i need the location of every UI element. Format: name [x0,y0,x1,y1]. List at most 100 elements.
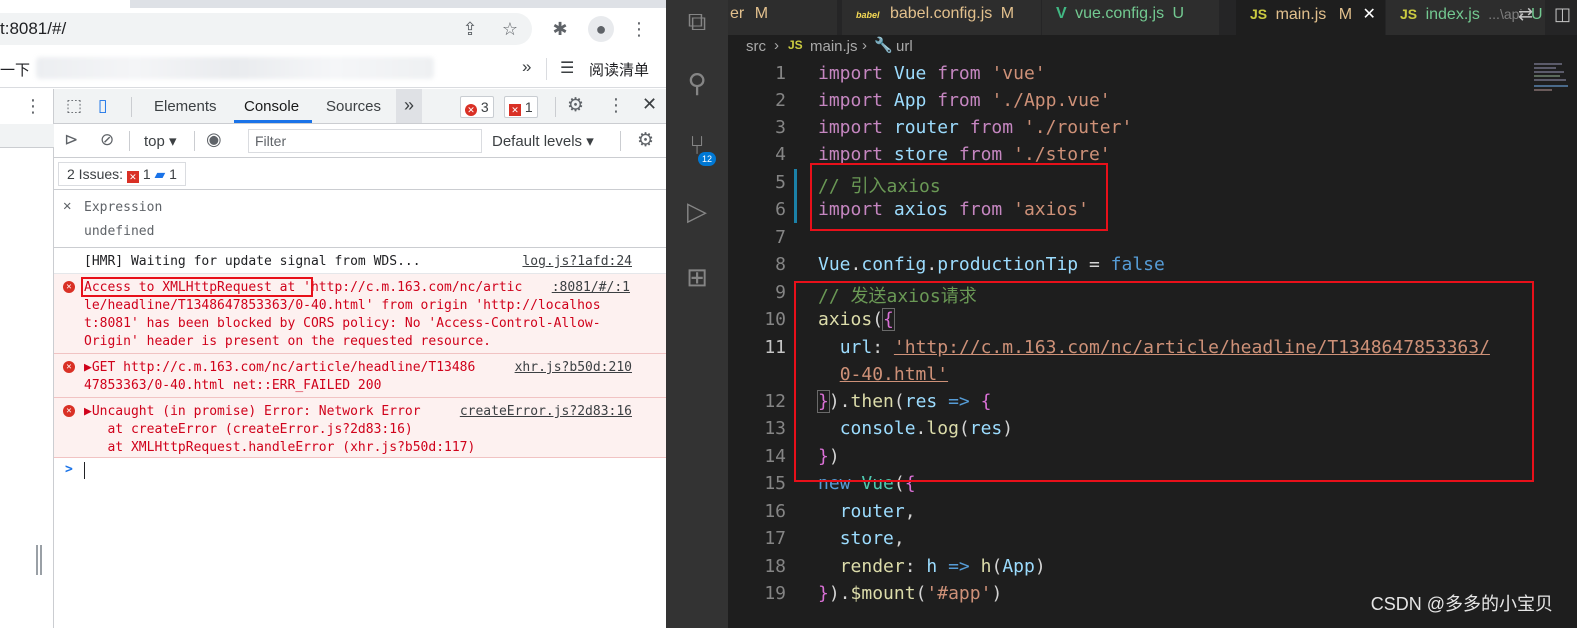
log-levels-dropdown[interactable]: Default levels ▾ [492,132,594,150]
babel-icon: babel [856,10,880,20]
line-number: 14 [764,446,786,467]
close-devtools-icon[interactable]: ✕ [642,94,657,115]
more-tabs-button[interactable]: » [396,89,422,123]
devtools-menu-icon[interactable]: ⋮ [607,95,625,116]
sidebar-toggle-icon[interactable]: ⊳ [64,130,78,150]
live-expression-eye-icon[interactable]: ◉ [206,129,222,150]
tab-main-js[interactable]: JS main.js M ✕ [1236,0,1386,35]
breadcrumb-src[interactable]: src [746,38,766,55]
star-icon[interactable]: ☆ [499,18,521,40]
device-toolbar-icon[interactable]: ▯ [98,96,107,116]
explorer-files-icon[interactable]: ⧉ [680,4,714,38]
line-number: 4 [775,144,786,165]
js-icon: JS [1250,6,1268,22]
inspect-element-icon[interactable]: ⬚ [66,96,82,116]
activity-bar: ⧉ ⚲ ⑂ 12 ▷ ⊞ [666,0,728,628]
code-line: render: h => h(App) [839,556,1046,577]
code-editor[interactable]: 1 2 3 4 5 6 7 8 9 10 11 12 13 14 15 16 1… [728,59,1577,628]
issues-row: 2 Issues: ✕ 1 ▰ 1 [54,158,666,190]
divider [620,131,621,151]
breadcrumb-symbol[interactable]: url [896,38,913,55]
line-number: 8 [775,254,786,275]
source-link[interactable]: createError.js?2d83:16 [459,404,632,419]
browser-menu-icon[interactable]: ⋮ [628,18,650,40]
tab-babel-config[interactable]: babel babel.config.js M [842,0,1042,35]
tab-sources[interactable]: Sources [326,98,381,115]
console-error: ✕ ▶GET http://c.m.163.com/nc/article/hea… [54,354,666,398]
extensions-icon[interactable]: ⊞ [680,260,714,294]
tab-elements[interactable]: Elements [154,98,217,115]
kebab-icon[interactable]: ⋮ [24,96,42,117]
bookmark-item[interactable]: 一下 [0,59,30,80]
tab-label: vue.config.js [1075,5,1165,22]
expression-label[interactable]: Expression [84,200,162,215]
profile-avatar-icon[interactable]: ● [588,16,614,42]
clear-console-icon[interactable]: ⊘ [100,130,114,150]
source-link[interactable]: xhr.js?b50d:210 [514,360,632,375]
bookmarks-overflow-button[interactable]: » [522,57,531,77]
stack-frame[interactable]: at createError (createError.js?2d83:16) [84,422,412,437]
tab-status: U [1172,5,1185,22]
resize-handle[interactable] [36,545,42,575]
error-line[interactable]: ▶Uncaught (in promise) Error: Network Er… [84,404,421,419]
extensions-icon[interactable]: ✱ [549,18,571,40]
issue-error-icon: ✕ [126,171,139,183]
vue-icon: V [1056,5,1067,22]
close-tab-icon[interactable]: ✕ [1363,6,1376,23]
reading-list-icon[interactable]: ☰ [560,58,574,78]
message-text: [HMR] Waiting for update signal from WDS… [84,254,421,269]
filter-placeholder: Filter [255,133,287,149]
code-line: store, [839,528,905,549]
run-debug-icon[interactable]: ▷ [680,194,714,228]
address-text[interactable]: t:8081/#/ [0,19,66,39]
issue-count-badge[interactable]: ✕ 1 [504,96,538,118]
divider [131,97,132,117]
settings-gear-icon[interactable]: ⚙ [567,94,584,117]
tab-label: babel.config.js [889,5,993,22]
tab-vue-config[interactable]: V vue.config.js U [1042,0,1220,35]
context-selector[interactable]: top ▾ [144,132,177,150]
filter-input[interactable]: Filter [248,129,482,153]
split-editor-icon[interactable]: ◫ [1554,4,1571,25]
code-line: import Vue from 'vue' [818,63,1046,84]
issues-label: 2 Issues: [67,166,124,182]
search-icon[interactable]: ⚲ [680,66,714,100]
stack-frame[interactable]: at XMLHttpRequest.handleError (xhr.js?b5… [84,440,475,455]
error-count-badge[interactable]: ✕ 3 [460,96,494,118]
live-expression: ✕ Expression undefined [54,190,666,248]
js-icon: JS [788,38,803,52]
source-link[interactable]: log.js?1afd:24 [522,254,632,269]
line-number: 10 [764,309,786,330]
vscode-window: ⧉ ⚲ ⑂ 12 ▷ ⊞ er M babel babel.config.js … [666,0,1577,628]
reading-list-label[interactable]: 阅读清单 [589,59,649,80]
address-bar[interactable]: t:8081/#/ [0,13,532,45]
tab-router[interactable]: er M [728,0,838,35]
share-icon[interactable]: ⇪ [459,18,481,40]
compare-changes-icon[interactable]: ⇄ [1518,4,1533,25]
bookmarks-bar: 一下 » ☰ 阅读清单 [0,50,666,88]
text-cursor [84,462,85,479]
source-link[interactable]: :8081/#/:1 [551,280,630,295]
active-tab[interactable] [0,0,130,8]
minimap[interactable] [1534,59,1574,119]
chevron-right-icon: › [774,37,779,54]
error-line[interactable]: ▶GET http://c.m.163.com/nc/article/headl… [84,360,475,375]
line-number: 11 [764,337,786,358]
tab-label: index.js [1425,6,1480,23]
tab-console[interactable]: Console [244,98,299,115]
code-line: import router from './router' [818,117,1133,138]
divider [546,58,547,80]
gutter-change-marker [794,169,797,223]
expression-value: undefined [84,224,155,239]
issues-button[interactable]: 2 Issues: ✕ 1 ▰ 1 [58,162,186,186]
prompt-chevron-icon: > [65,462,73,477]
source-control-badge: 12 [698,152,716,166]
error-line[interactable]: 47853363/0-40.html net::ERR_FAILED 200 [84,378,381,393]
issue-icon: ✕ [509,104,521,116]
remove-expression-icon[interactable]: ✕ [63,198,71,214]
console-settings-gear-icon[interactable]: ⚙ [637,129,654,152]
issue-info-icon: ▰ [154,166,166,182]
console-prompt[interactable]: > [54,458,666,484]
breadcrumb-file[interactable]: main.js [810,38,858,55]
tab-strip [0,0,666,8]
